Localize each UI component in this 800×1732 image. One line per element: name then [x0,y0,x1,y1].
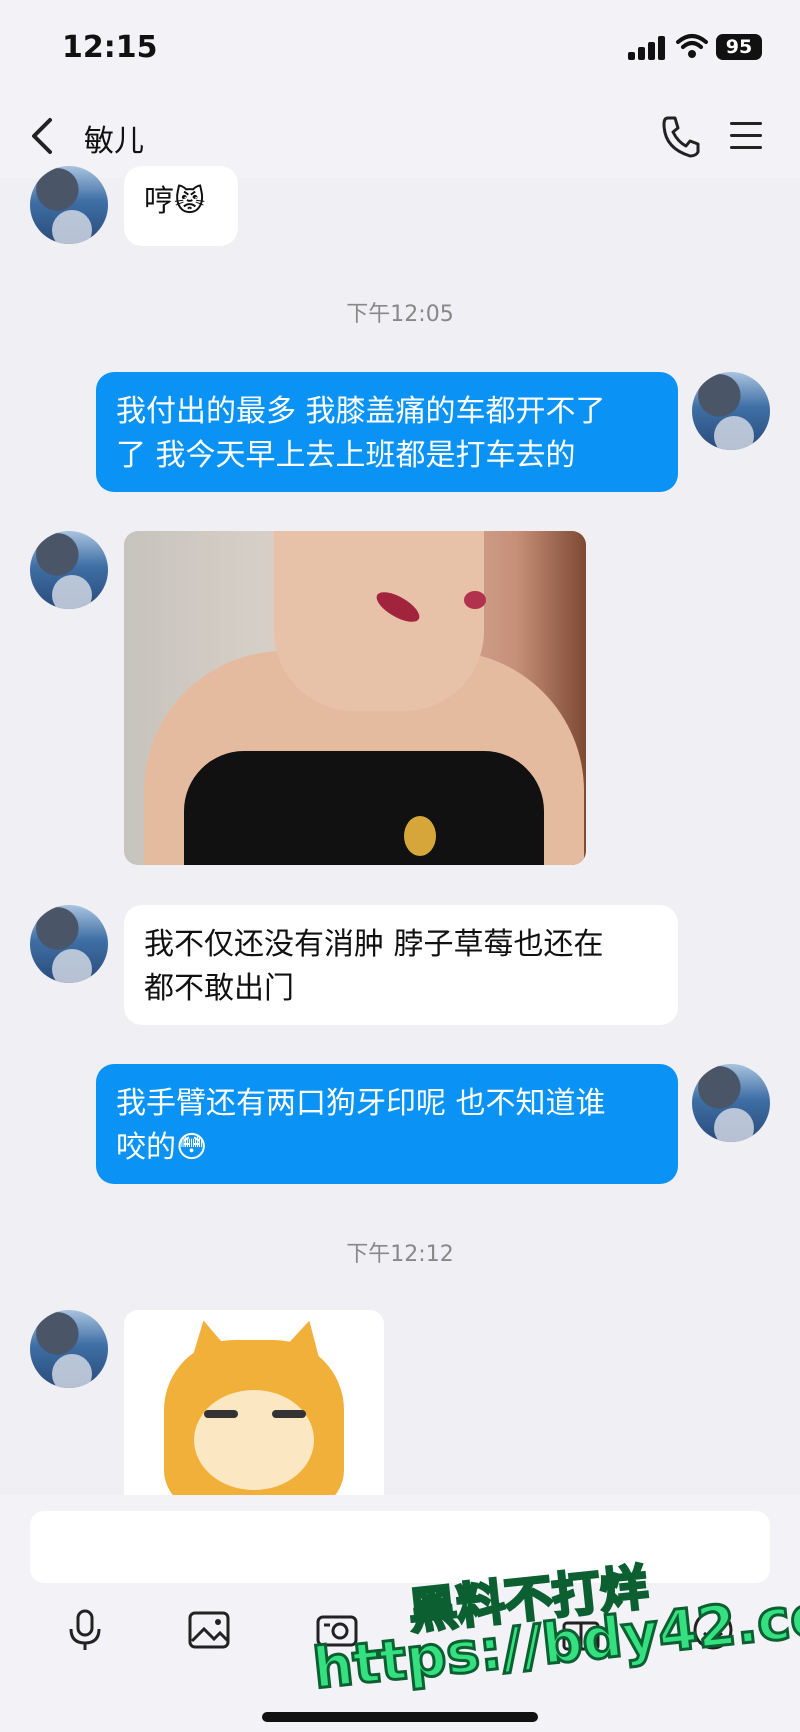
message-text-line: 咬的 [116,1130,176,1165]
message-timestamp: 下午12:05 [346,302,454,327]
my-avatar[interactable] [692,372,770,450]
message-input[interactable] [30,1511,770,1583]
message-text-line: 我手臂还有两口狗牙印呢 也不知道谁 [116,1086,606,1121]
battery-level: 95 [716,34,762,60]
flushed-face-emoji-icon: 😳 [176,1130,208,1165]
microphone-icon[interactable] [62,1607,108,1653]
contact-avatar[interactable] [30,166,108,244]
home-indicator[interactable] [262,1712,538,1722]
phone-call-icon[interactable] [660,114,700,158]
message-bubble-incoming[interactable]: 我不仅还没有消肿 脖子草莓也还在 都不敢出门 [124,905,678,1025]
image-icon[interactable] [186,1607,232,1653]
message-bubble-incoming[interactable]: 哼😾 [124,166,238,246]
message-bubble-outgoing[interactable]: 我付出的最多 我膝盖痛的车都开不了 了 我今天早上去上班都是打车去的 [96,372,678,492]
message-text-line: 都不敢出门 [144,971,294,1006]
signal-icon [628,36,666,60]
contact-name[interactable]: 敏儿 [84,116,144,160]
message-text: 哼 [144,184,174,219]
my-avatar[interactable] [692,1064,770,1142]
contact-avatar[interactable] [30,1310,108,1388]
message-text-line: 我付出的最多 我膝盖痛的车都开不了 [116,394,606,429]
message-bubble-outgoing[interactable]: 我手臂还有两口狗牙印呢 也不知道谁 咬的😳 [96,1064,678,1184]
message-text-line: 我不仅还没有消肿 脖子草莓也还在 [144,927,604,962]
back-chevron-icon[interactable] [26,116,58,156]
status-time: 12:15 [62,30,158,65]
doge-sticker[interactable] [124,1310,384,1495]
message-timestamp: 下午12:12 [346,1242,454,1267]
menu-icon[interactable] [728,118,764,154]
contact-avatar[interactable] [30,531,108,609]
chat-header: 敏儿 [0,96,800,178]
wifi-icon [676,34,708,58]
contact-avatar[interactable] [30,905,108,983]
message-text-line: 了 我今天早上去上班都是打车去的 [116,438,576,473]
photo-message[interactable] [124,531,586,865]
status-bar: 12:15 95 [0,0,800,96]
angry-cat-emoji-icon: 😾 [174,184,206,219]
